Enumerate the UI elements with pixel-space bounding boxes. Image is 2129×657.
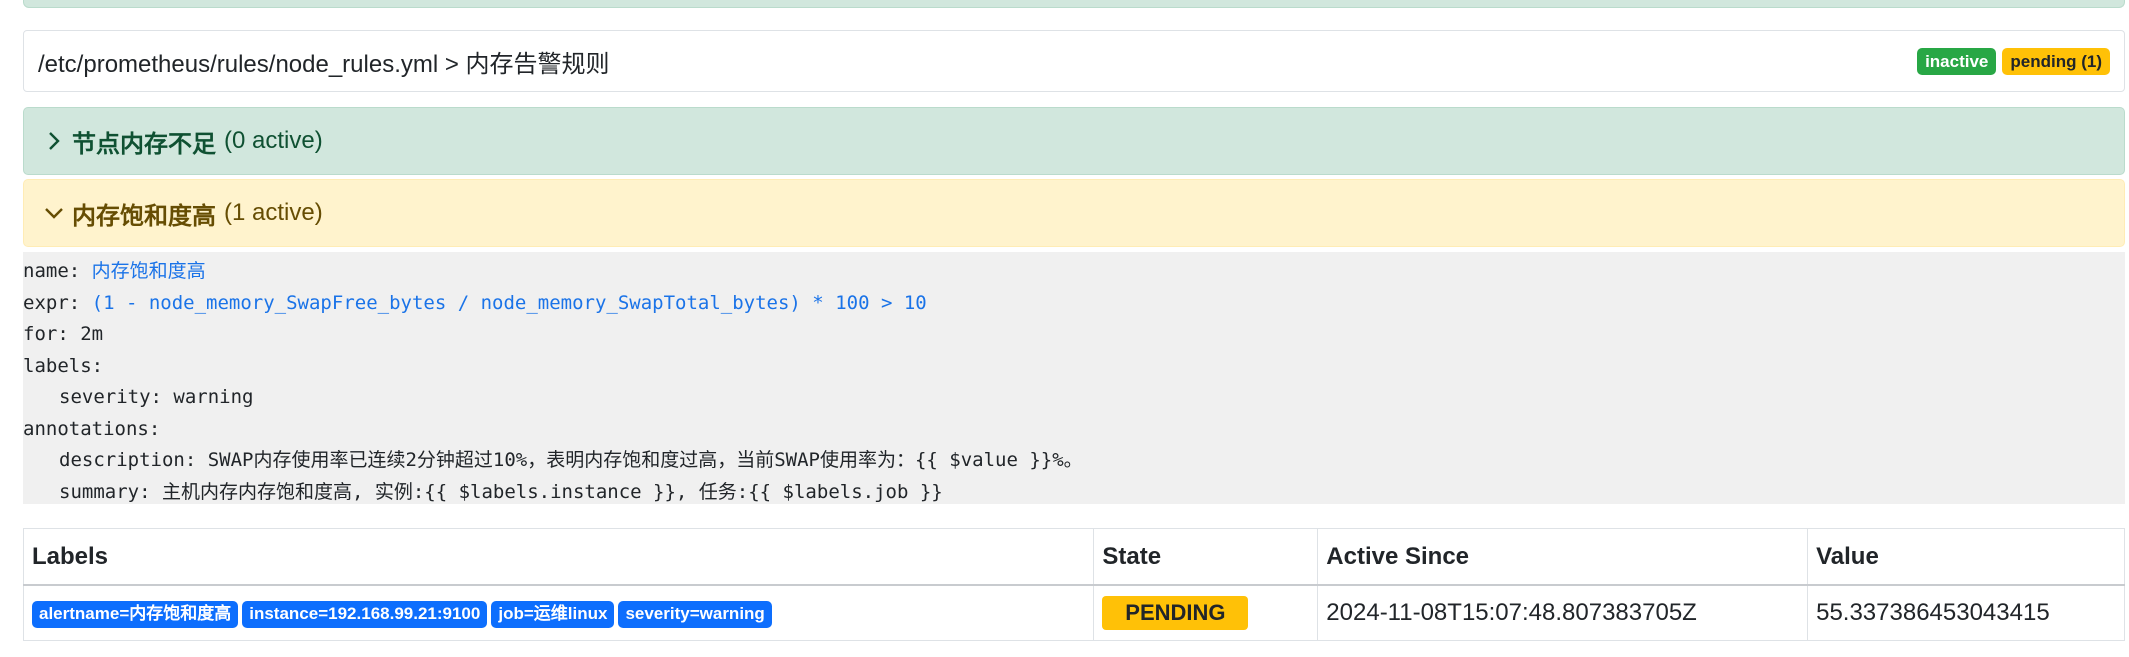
code-line-for: for: 2m xyxy=(23,323,104,345)
rule-name: 节点内存不足 xyxy=(72,130,216,158)
label-badge-job: job=运维linux xyxy=(491,601,615,628)
rule-group-title: /etc/prometheus/rules/node_rules.yml > 内… xyxy=(38,50,610,78)
code-line-description: description: SWAP内存使用率已连续2分钟超过10%，表明内存饱和… xyxy=(59,449,1083,471)
rule-name-value: 内存饱和度高 xyxy=(91,260,206,282)
previous-rule-row-edge xyxy=(23,0,2125,8)
label-badge-instance: instance=192.168.99.21:9100 xyxy=(242,601,488,628)
code-line-expr: expr: (1 - node_memory_SwapFree_bytes / … xyxy=(23,291,927,314)
column-header-active-since: Active Since xyxy=(1317,528,1809,586)
column-header-state: State xyxy=(1093,528,1319,586)
rule-row-memory-saturation-high[interactable]: 内存饱和度高 (1 active) xyxy=(23,179,2125,247)
pending-badge: pending (1) xyxy=(2002,47,2110,75)
column-header-labels: Labels xyxy=(22,528,1095,586)
chevron-down-icon xyxy=(45,208,63,219)
rule-row-node-memory-low[interactable]: 节点内存不足 (0 active) xyxy=(23,107,2125,175)
label-badge-alertname: alertname=内存饱和度高 xyxy=(32,601,239,628)
alert-value-cell: 55.337386453043415 xyxy=(1807,585,2125,641)
active-alerts-table: Labels State Active Since Value alertnam… xyxy=(22,528,2125,641)
code-line-labels: labels: xyxy=(23,354,104,377)
inactive-badge: inactive xyxy=(1917,47,1997,75)
rule-name: 内存饱和度高 xyxy=(72,202,216,230)
rule-expr-value[interactable]: (1 - node_memory_SwapFree_bytes / node_m… xyxy=(92,292,927,314)
rule-definition-code: name: 内存饱和度高 expr: (1 - node_memory_Swap… xyxy=(23,252,2125,504)
rule-group-header: /etc/prometheus/rules/node_rules.yml > 内… xyxy=(23,30,2125,92)
alert-active-since-cell: 2024-11-08T15:07:48.807383705Z xyxy=(1317,585,1809,641)
code-line-severity: severity: warning xyxy=(59,386,254,408)
alert-labels-cell: alertname=内存饱和度高 instance=192.168.99.21:9… xyxy=(22,585,1095,641)
code-line-annotations: annotations: xyxy=(23,417,161,440)
code-line-summary: summary: 主机内存内存饱和度高, 实例:{{ $labels.insta… xyxy=(59,480,943,503)
table-row: alertname=内存饱和度高 instance=192.168.99.21:9… xyxy=(22,585,2125,641)
column-header-value: Value xyxy=(1807,528,2125,586)
code-line-name: name: 内存饱和度高 xyxy=(23,260,206,282)
alert-state-cell: PENDING xyxy=(1093,585,1319,641)
chevron-right-icon xyxy=(49,132,60,150)
table-header-row: Labels State Active Since Value xyxy=(22,528,2125,586)
label-badge-severity: severity=warning xyxy=(618,601,772,628)
rule-active-count: (1 active) xyxy=(224,199,323,226)
state-badge: PENDING xyxy=(1102,596,1249,630)
rule-active-count: (0 active) xyxy=(224,127,323,154)
